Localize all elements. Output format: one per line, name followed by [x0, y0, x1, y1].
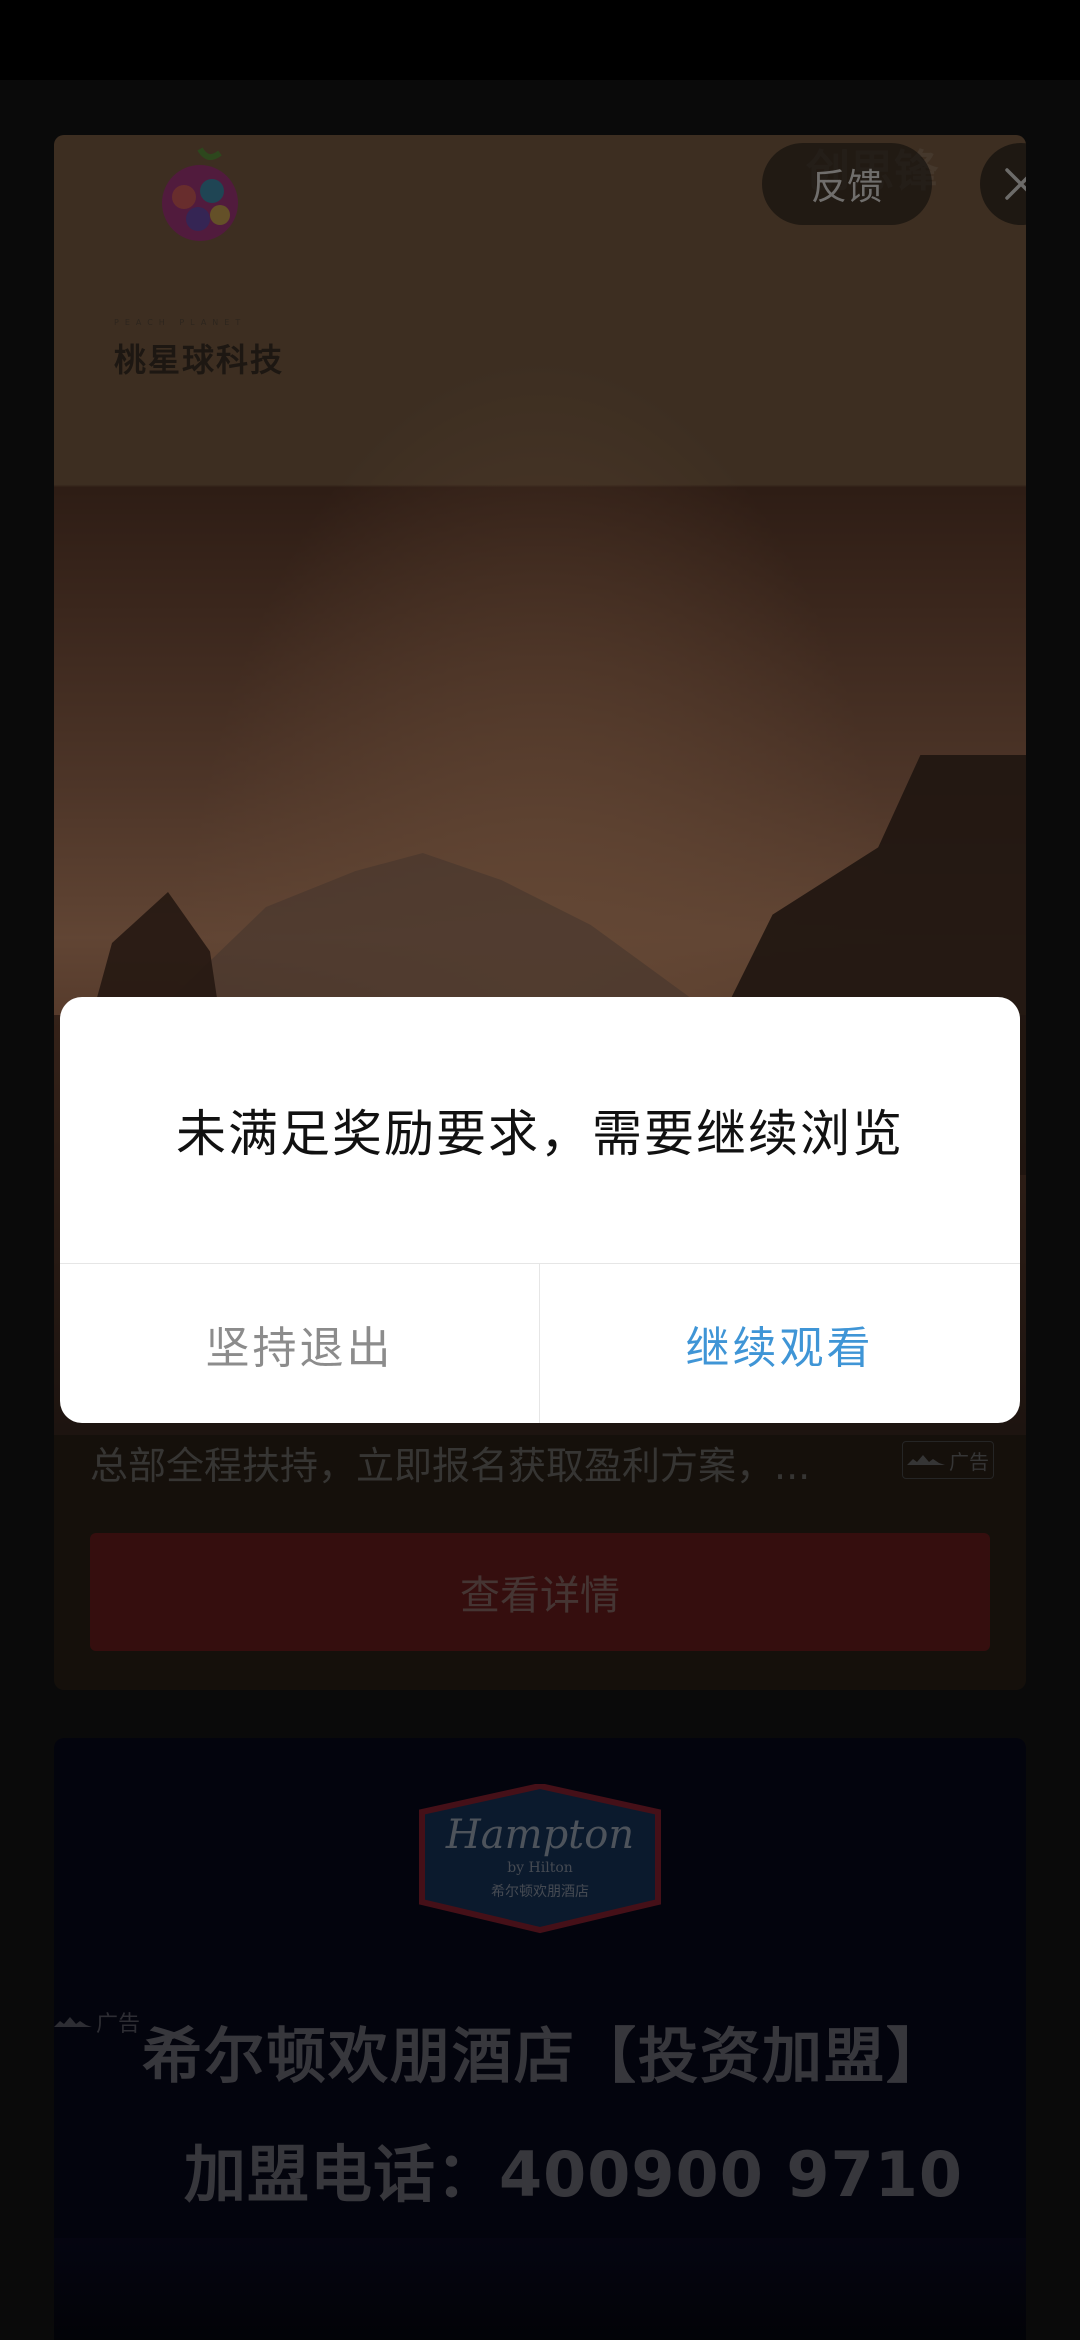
exit-button[interactable]: 坚持退出: [60, 1264, 539, 1423]
continue-watching-button[interactable]: 继续观看: [540, 1264, 1019, 1423]
dialog-message: 未满足奖励要求，需要继续浏览: [176, 1105, 904, 1163]
reward-dialog: 未满足奖励要求，需要继续浏览 坚持退出 继续观看: [60, 997, 1020, 1423]
